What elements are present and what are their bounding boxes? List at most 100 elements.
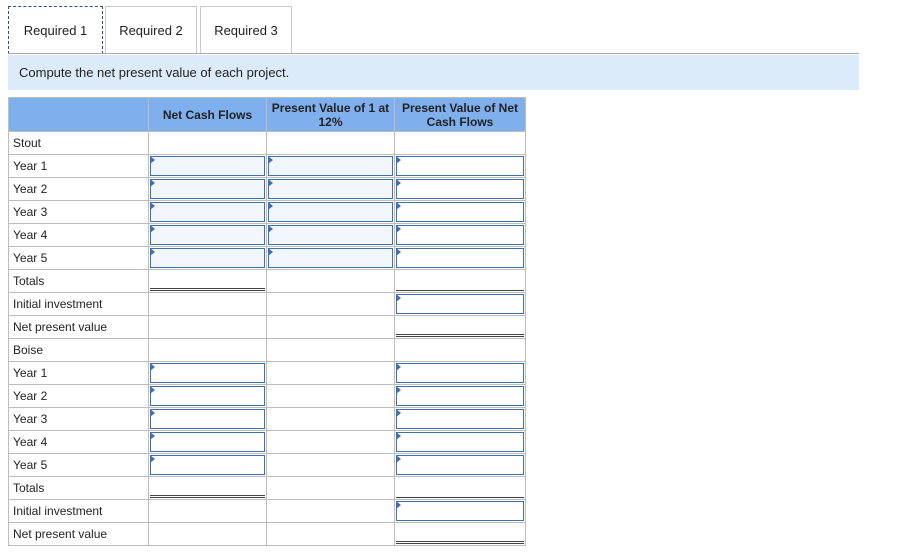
section-title-stout: Stout xyxy=(8,131,149,155)
flag-icon xyxy=(396,363,401,371)
table-row: Initial investment xyxy=(8,499,526,523)
boise-y3-pv-input[interactable] xyxy=(396,409,524,429)
instruction-banner: Compute the net present value of each pr… xyxy=(8,55,859,90)
boise-y4-pv-input[interactable] xyxy=(396,432,524,452)
table-row: Year 3 xyxy=(8,200,526,224)
header-row: Net Cash Flows Present Value of 1 at 12%… xyxy=(8,97,526,132)
boise-y5-cash-flow-input[interactable] xyxy=(150,455,265,475)
boise-initial-investment-input[interactable] xyxy=(396,501,524,521)
boise-y3-cash-flow-input[interactable] xyxy=(150,409,265,429)
boise-y1-pv-input[interactable] xyxy=(396,363,524,383)
flag-icon xyxy=(396,409,401,417)
flag-icon xyxy=(396,202,401,210)
flag-icon xyxy=(268,179,273,187)
boise-total-cash-flow-cell[interactable] xyxy=(148,476,267,500)
tab-required-1[interactable]: Required 1 xyxy=(8,6,103,54)
header-net-cash-flows: Net Cash Flows xyxy=(148,97,267,132)
boise-npv-cell[interactable] xyxy=(394,522,526,546)
stout-y1-cash-flow-input[interactable] xyxy=(150,156,265,176)
table-row: Net present value xyxy=(8,522,526,546)
stout-npv-cell[interactable] xyxy=(394,315,526,339)
stout-total-cash-flow-cell[interactable] xyxy=(148,269,267,293)
flag-icon xyxy=(150,432,155,440)
flag-icon xyxy=(150,363,155,371)
row-label: Year 2 xyxy=(8,177,149,201)
stout-y4-pv-input[interactable] xyxy=(396,225,524,245)
flag-icon xyxy=(396,179,401,187)
section-title-boise: Boise xyxy=(8,338,149,362)
stout-y2-cash-flow-input[interactable] xyxy=(150,179,265,199)
stout-y5-cash-flow-input[interactable] xyxy=(150,248,265,268)
flag-icon xyxy=(268,248,273,256)
stout-y4-pv-factor-input[interactable] xyxy=(268,225,393,245)
row-label-initial-investment: Initial investment xyxy=(8,499,149,523)
table-row: Year 4 xyxy=(8,430,526,454)
table-row: Year 4 xyxy=(8,223,526,247)
flag-icon xyxy=(150,386,155,394)
stout-initial-investment-input[interactable] xyxy=(396,294,524,314)
boise-y2-pv-input[interactable] xyxy=(396,386,524,406)
table-row: Year 2 xyxy=(8,177,526,201)
flag-icon xyxy=(150,202,155,210)
row-label-npv: Net present value xyxy=(8,315,149,339)
table-row: Totals xyxy=(8,269,526,293)
header-label-blank xyxy=(8,97,149,132)
table-row: Year 5 xyxy=(8,453,526,477)
table-row: Year 1 xyxy=(8,361,526,385)
section-row: Stout xyxy=(8,131,526,155)
header-pv-of-1: Present Value of 1 at 12% xyxy=(266,97,395,132)
stout-y4-cash-flow-input[interactable] xyxy=(150,225,265,245)
flag-icon xyxy=(396,432,401,440)
tab-required-2[interactable]: Required 2 xyxy=(105,6,197,53)
table-row: Year 2 xyxy=(8,384,526,408)
header-pv-net-cash-flows: Present Value of Net Cash Flows xyxy=(394,97,526,132)
flag-icon xyxy=(396,455,401,463)
flag-icon xyxy=(396,501,401,509)
row-label: Year 4 xyxy=(8,223,149,247)
boise-y5-pv-input[interactable] xyxy=(396,455,524,475)
npv-table: Net Cash Flows Present Value of 1 at 12%… xyxy=(8,97,526,546)
row-label-totals: Totals xyxy=(8,269,149,293)
flag-icon xyxy=(396,248,401,256)
table-row: Initial investment xyxy=(8,292,526,316)
stout-y2-pv-input[interactable] xyxy=(396,179,524,199)
boise-y2-cash-flow-input[interactable] xyxy=(150,386,265,406)
flag-icon xyxy=(150,248,155,256)
row-label: Year 3 xyxy=(8,407,149,431)
instruction-text: Compute the net present value of each pr… xyxy=(19,65,290,80)
stout-y5-pv-input[interactable] xyxy=(396,248,524,268)
stout-total-pv-cell[interactable] xyxy=(394,269,526,293)
row-label: Year 4 xyxy=(8,430,149,454)
row-label: Year 1 xyxy=(8,361,149,385)
row-label: Year 3 xyxy=(8,200,149,224)
table-row: Year 1 xyxy=(8,154,526,178)
stout-y5-pv-factor-input[interactable] xyxy=(268,248,393,268)
flag-icon xyxy=(150,455,155,463)
row-label: Year 2 xyxy=(8,384,149,408)
table-row: Year 5 xyxy=(8,246,526,270)
boise-y4-cash-flow-input[interactable] xyxy=(150,432,265,452)
tab-required-3[interactable]: Required 3 xyxy=(200,6,292,53)
flag-icon xyxy=(396,294,401,302)
flag-icon xyxy=(268,202,273,210)
row-label: Year 1 xyxy=(8,154,149,178)
flag-icon xyxy=(268,225,273,233)
stout-y3-cash-flow-input[interactable] xyxy=(150,202,265,222)
row-label: Year 5 xyxy=(8,453,149,477)
stout-y3-pv-factor-input[interactable] xyxy=(268,202,393,222)
row-label-totals: Totals xyxy=(8,476,149,500)
section-row: Boise xyxy=(8,338,526,362)
stout-y3-pv-input[interactable] xyxy=(396,202,524,222)
flag-icon xyxy=(396,225,401,233)
stout-y1-pv-factor-input[interactable] xyxy=(268,156,393,176)
boise-y1-cash-flow-input[interactable] xyxy=(150,363,265,383)
flag-icon xyxy=(268,156,273,164)
flag-icon xyxy=(396,156,401,164)
row-label: Year 5 xyxy=(8,246,149,270)
stout-y1-pv-input[interactable] xyxy=(396,156,524,176)
flag-icon xyxy=(150,179,155,187)
table-row: Year 3 xyxy=(8,407,526,431)
boise-total-pv-cell[interactable] xyxy=(394,476,526,500)
table-row: Totals xyxy=(8,476,526,500)
stout-y2-pv-factor-input[interactable] xyxy=(268,179,393,199)
